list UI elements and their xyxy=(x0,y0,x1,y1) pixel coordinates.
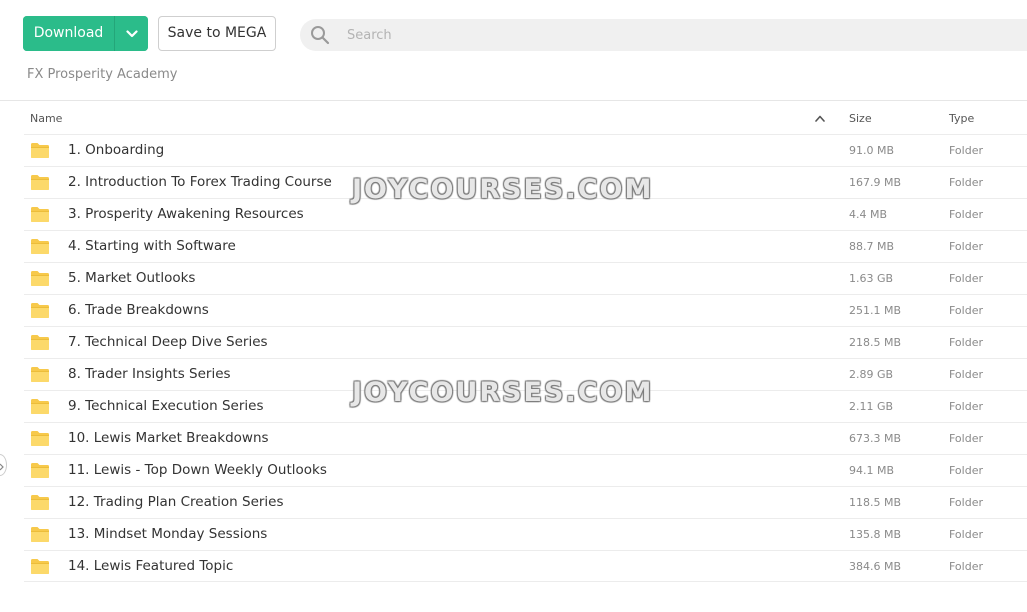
file-size: 167.9 MB xyxy=(849,176,902,189)
table-row[interactable]: 5. Market Outlooks 1.63 GB Folder xyxy=(24,262,1027,294)
folder-icon xyxy=(30,366,50,383)
file-size: 118.5 MB xyxy=(849,496,902,509)
table-row[interactable]: 13. Mindset Monday Sessions 135.8 MB Folde… xyxy=(24,518,1027,550)
download-button[interactable]: Download xyxy=(23,16,114,51)
folder-icon xyxy=(30,398,50,415)
save-to-mega-button[interactable]: Save to MEGA xyxy=(158,16,276,51)
file-type: Folder xyxy=(949,176,983,189)
file-name: 6. Trade Breakdowns xyxy=(68,302,209,318)
download-options-button[interactable] xyxy=(114,16,148,51)
file-name: 7. Technical Deep Dive Series xyxy=(68,334,268,350)
folder-icon xyxy=(30,334,50,351)
file-type: Folder xyxy=(949,464,983,477)
folder-icon xyxy=(30,526,50,543)
chevron-down-icon xyxy=(125,26,138,41)
file-name: 13. Mindset Monday Sessions xyxy=(68,526,268,542)
sort-ascending-icon[interactable] xyxy=(813,112,826,125)
file-name: 9. Technical Execution Series xyxy=(68,398,264,414)
file-type: Folder xyxy=(949,528,983,541)
file-list: 1. Onboarding 91.0 MB Folder 2. Introductio… xyxy=(24,134,1027,582)
folder-icon xyxy=(30,302,50,319)
folder-icon xyxy=(30,430,50,447)
file-size: 4.4 MB xyxy=(849,208,888,221)
file-size: 88.7 MB xyxy=(849,240,895,253)
column-header-name[interactable]: Name xyxy=(30,112,62,125)
file-size: 673.3 MB xyxy=(849,432,902,445)
file-size: 2.89 GB xyxy=(849,368,894,381)
file-type: Folder xyxy=(949,368,983,381)
file-name: 1. Onboarding xyxy=(68,142,165,158)
download-button-group: Download xyxy=(23,16,148,51)
search-input[interactable] xyxy=(347,27,947,43)
table-row[interactable]: 2. Introduction To Forex Trading Course 1… xyxy=(24,166,1027,198)
file-name: 5. Market Outlooks xyxy=(68,270,196,286)
folder-icon xyxy=(30,270,50,287)
file-name: 11. Lewis - Top Down Weekly Outlooks xyxy=(68,462,327,478)
table-row[interactable]: 7. Technical Deep Dive Series 218.5 MB Fol… xyxy=(24,326,1027,358)
file-type: Folder xyxy=(949,560,983,573)
column-header-size[interactable]: Size xyxy=(849,112,872,125)
file-type: Folder xyxy=(949,144,983,157)
file-type: Folder xyxy=(949,272,983,285)
file-size: 218.5 MB xyxy=(849,336,902,349)
file-type: Folder xyxy=(949,432,983,445)
file-size: 91.0 MB xyxy=(849,144,895,157)
file-type: Folder xyxy=(949,496,983,509)
table-row[interactable]: 11. Lewis - Top Down Weekly Outlooks 94.1… xyxy=(24,454,1027,486)
file-name: 3. Prosperity Awakening Resources xyxy=(68,206,304,222)
table-row[interactable]: 3. Prosperity Awakening Resources 4.4 MB F… xyxy=(24,198,1027,230)
file-size: 2.11 GB xyxy=(849,400,894,413)
file-name: 14. Lewis Featured Topic xyxy=(68,558,234,574)
file-size: 135.8 MB xyxy=(849,528,902,541)
top-toolbar: Download Save to MEGA FX Prosperity Acad… xyxy=(0,0,1027,100)
file-name: 10. Lewis Market Breakdowns xyxy=(68,430,269,446)
chevron-right-icon xyxy=(0,456,4,475)
file-name: 2. Introduction To Forex Trading Course xyxy=(68,174,332,190)
table-row[interactable]: 9. Technical Execution Series 2.11 GB Fold… xyxy=(24,390,1027,422)
file-name: 8. Trader Insights Series xyxy=(68,366,231,382)
file-type: Folder xyxy=(949,336,983,349)
table-row[interactable]: 14. Lewis Featured Topic 384.6 MB Folder xyxy=(24,550,1027,582)
folder-icon xyxy=(30,462,50,479)
folder-icon xyxy=(30,558,50,575)
folder-icon xyxy=(30,238,50,255)
file-size: 384.6 MB xyxy=(849,560,902,573)
file-size: 94.1 MB xyxy=(849,464,895,477)
table-row[interactable]: 1. Onboarding 91.0 MB Folder xyxy=(24,134,1027,166)
search-bar[interactable] xyxy=(300,19,1027,51)
table-row[interactable]: 8. Trader Insights Series 2.89 GB Folder xyxy=(24,358,1027,390)
folder-icon xyxy=(30,174,50,191)
table-row[interactable]: 6. Trade Breakdowns 251.1 MB Folder xyxy=(24,294,1027,326)
search-icon xyxy=(310,25,330,45)
table-row[interactable]: 12. Trading Plan Creation Series 118.5 MB… xyxy=(24,486,1027,518)
column-header-type[interactable]: Type xyxy=(949,112,974,125)
file-type: Folder xyxy=(949,400,983,413)
file-size: 251.1 MB xyxy=(849,304,902,317)
file-type: Folder xyxy=(949,240,983,253)
file-type: Folder xyxy=(949,208,983,221)
table-row[interactable]: 4. Starting with Software 88.7 MB Folder xyxy=(24,230,1027,262)
file-name: 4. Starting with Software xyxy=(68,238,236,254)
side-panel-toggle[interactable] xyxy=(0,454,7,476)
file-name: 12. Trading Plan Creation Series xyxy=(68,494,284,510)
file-size: 1.63 GB xyxy=(849,272,894,285)
folder-icon xyxy=(30,206,50,223)
breadcrumb[interactable]: FX Prosperity Academy xyxy=(27,67,177,82)
table-header: Name Size Type xyxy=(0,101,1027,135)
file-type: Folder xyxy=(949,304,983,317)
table-row[interactable]: 10. Lewis Market Breakdowns 673.3 MB Folde… xyxy=(24,422,1027,454)
folder-icon xyxy=(30,494,50,511)
folder-icon xyxy=(30,142,50,159)
